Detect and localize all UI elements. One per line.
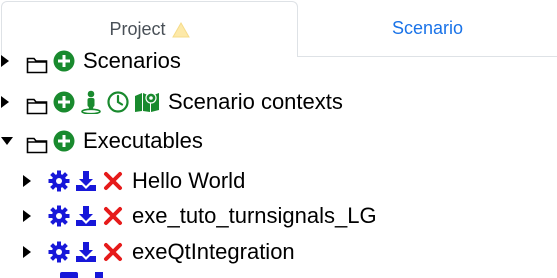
- tree-label-executable: exeQtIntegration: [132, 239, 295, 264]
- download-icon[interactable]: [75, 241, 97, 263]
- gear-icon[interactable]: [60, 272, 78, 278]
- download-icon[interactable]: [75, 170, 97, 192]
- download-icon[interactable]: [75, 205, 97, 227]
- add-executable-icon[interactable]: [53, 130, 75, 152]
- tree-label-scenarios: Scenarios: [83, 48, 181, 73]
- tree-node-executable-partial[interactable]: [58, 272, 138, 278]
- caret-right-icon[interactable]: [22, 173, 36, 189]
- caret-right-icon[interactable]: [0, 94, 14, 110]
- caret-right-icon[interactable]: [0, 53, 14, 69]
- gear-icon[interactable]: [48, 241, 70, 263]
- tree-node-scenarios[interactable]: Scenarios: [0, 44, 181, 78]
- gear-icon[interactable]: [48, 205, 70, 227]
- tree-label-scenario-contexts: Scenario contexts: [168, 89, 343, 114]
- delete-icon[interactable]: [102, 170, 124, 192]
- caret-right-icon[interactable]: [22, 208, 36, 224]
- tree-node-scenario-contexts[interactable]: Scenario contexts: [0, 85, 343, 119]
- tab-project-label: Project: [109, 19, 166, 39]
- tree-label-executables: Executables: [83, 128, 203, 153]
- tree-node-executable[interactable]: exe_tuto_turnsignals_LG: [22, 199, 377, 233]
- delete-icon[interactable]: [102, 241, 124, 263]
- folder-icon: [26, 95, 48, 117]
- folder-icon: [26, 134, 48, 156]
- tree-label-executable: Hello World: [132, 168, 246, 193]
- add-context-icon[interactable]: [53, 91, 75, 113]
- add-scenario-icon[interactable]: [53, 50, 75, 72]
- tab-scenario-label: Scenario: [391, 17, 464, 38]
- caret-right-icon[interactable]: [22, 244, 36, 260]
- warning-icon: [171, 21, 190, 37]
- gear-icon[interactable]: [48, 170, 70, 192]
- clock-icon[interactable]: [107, 91, 129, 113]
- tab-underline: [298, 56, 557, 57]
- person-marker-icon[interactable]: [80, 90, 102, 114]
- tree-node-executable[interactable]: exeQtIntegration: [22, 235, 295, 269]
- caret-down-icon[interactable]: [0, 133, 14, 149]
- tree-label-executable: exe_tuto_turnsignals_LG: [132, 203, 377, 228]
- delete-icon[interactable]: [102, 205, 124, 227]
- download-icon[interactable]: [95, 272, 103, 278]
- map-marker-icon[interactable]: [134, 91, 160, 113]
- tree-node-executable[interactable]: Hello World: [22, 164, 245, 198]
- tab-scenario[interactable]: Scenario: [298, 0, 557, 56]
- tree-node-executables[interactable]: Executables: [0, 124, 203, 158]
- folder-icon: [26, 54, 48, 76]
